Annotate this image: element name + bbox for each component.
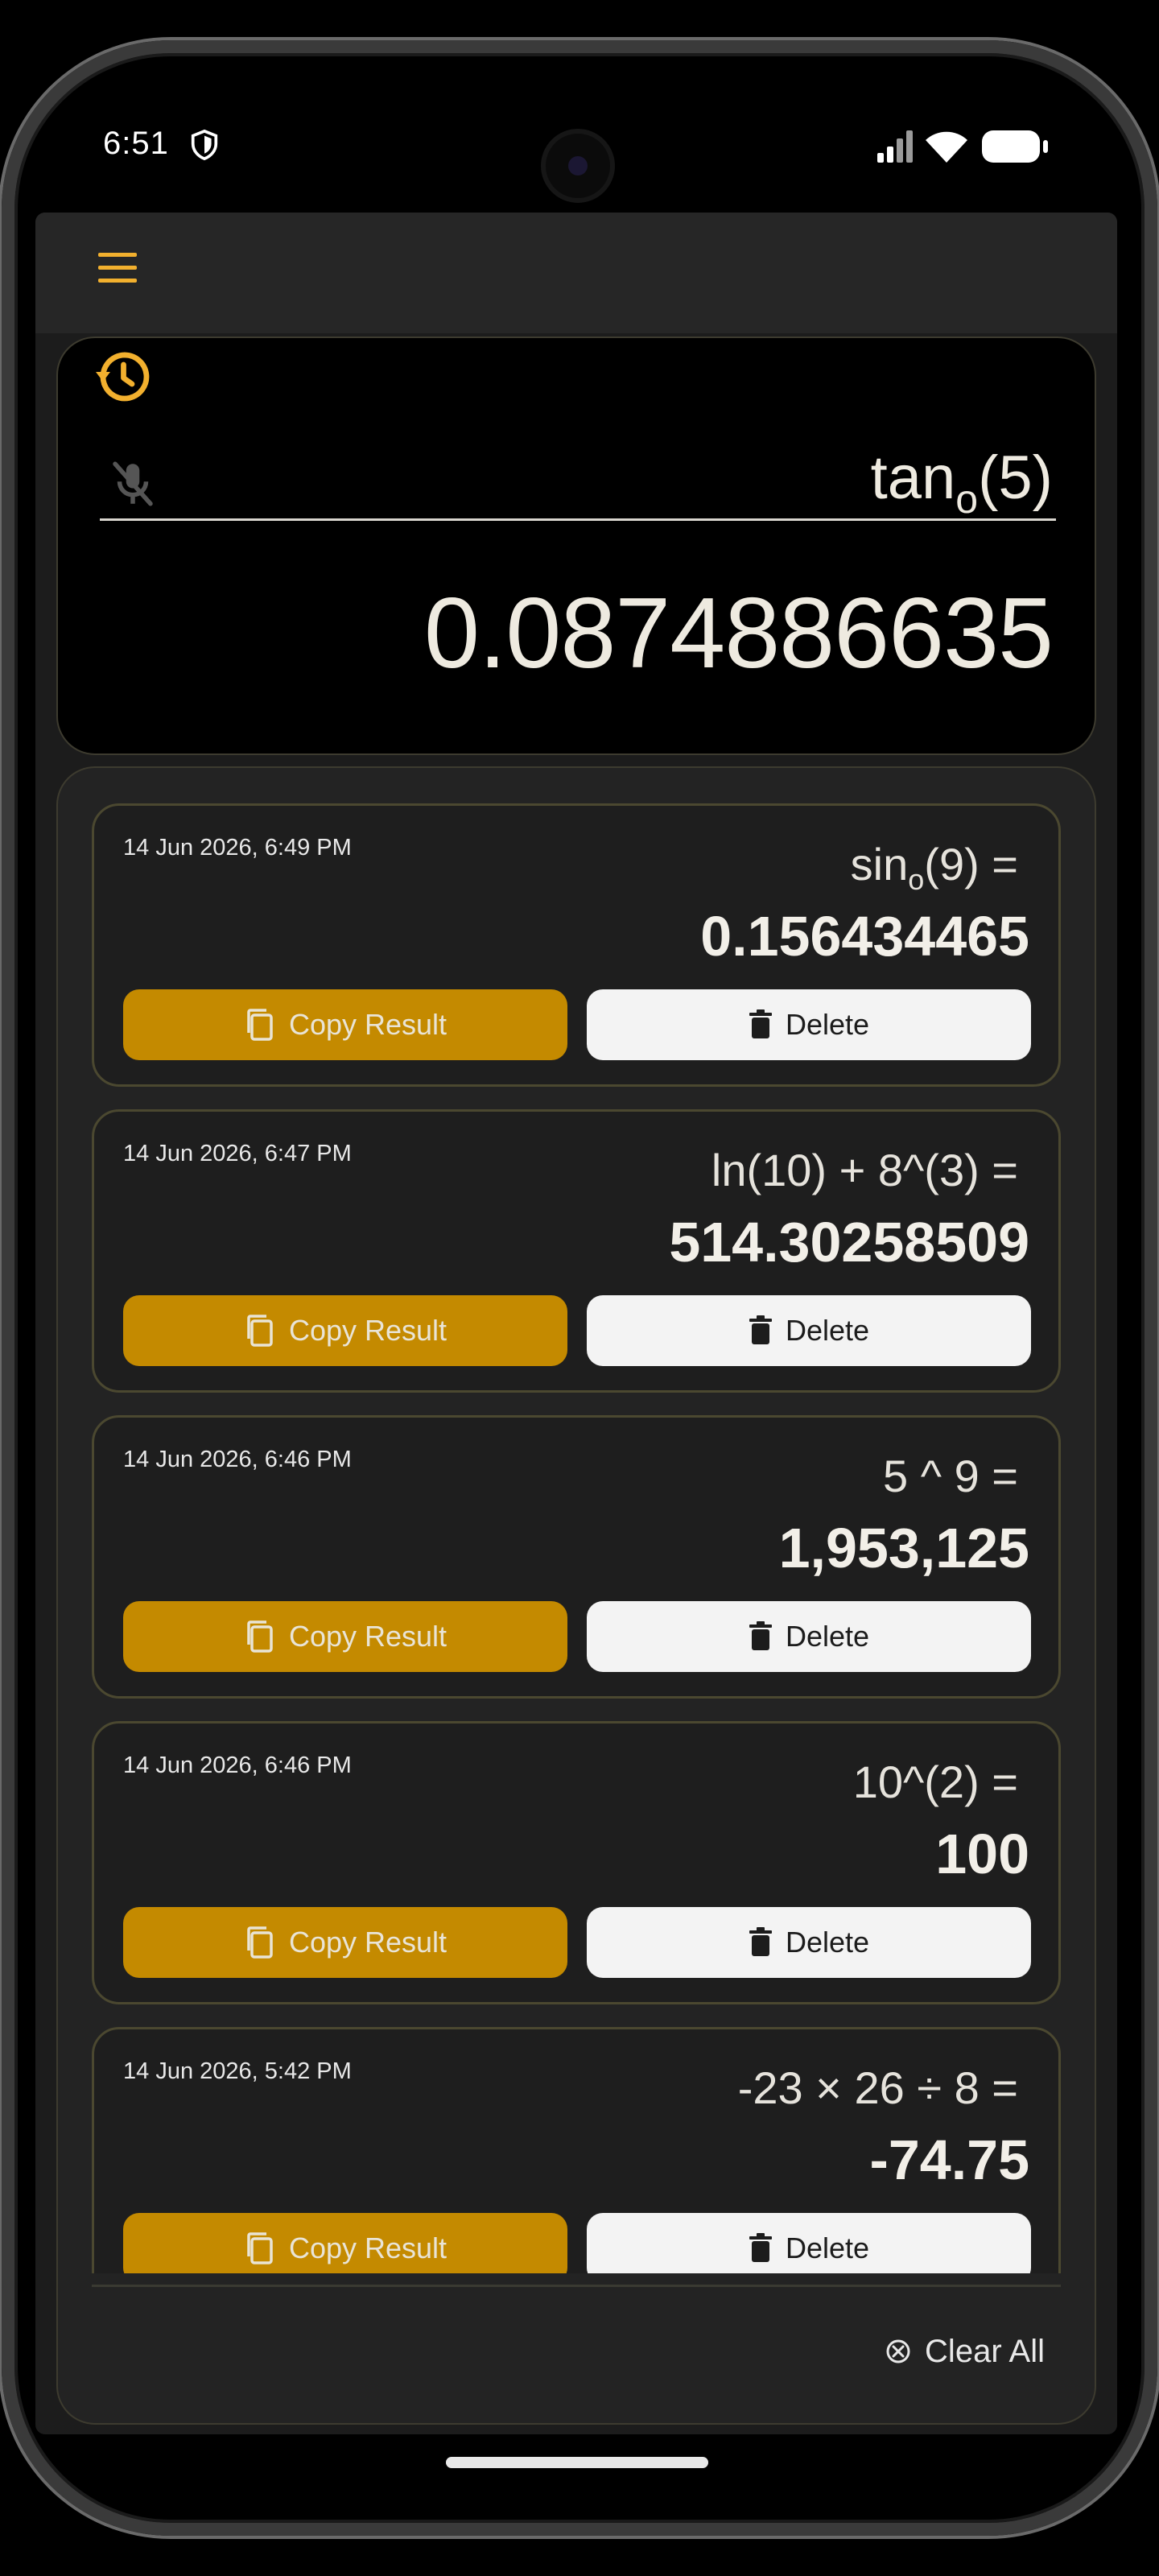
delete-button[interactable]: Delete xyxy=(587,1601,1031,1672)
copy-result-button[interactable]: Copy Result xyxy=(123,1295,567,1366)
history-item-expression: -23 × 26 ÷ 8 = xyxy=(737,2062,1018,2113)
history-item-result: 0.156434465 xyxy=(700,905,1029,968)
copy-icon xyxy=(247,1926,273,1959)
history-item-time: 14 Jun 2026, 6:46 PM xyxy=(123,1447,352,1472)
delete-button[interactable]: Delete xyxy=(587,2213,1031,2273)
copy-result-button[interactable]: Copy Result xyxy=(123,989,567,1060)
expression-subscript: o xyxy=(955,477,979,522)
copy-icon xyxy=(247,2232,273,2264)
copy-icon xyxy=(247,1009,273,1041)
trash-icon xyxy=(749,1315,772,1344)
history-item-result: 1,953,125 xyxy=(778,1517,1029,1579)
menu-icon[interactable] xyxy=(97,246,138,288)
calculator-display: tano(5) 0.0874886635 xyxy=(56,336,1096,755)
clear-all-label: Clear All xyxy=(925,2333,1045,2369)
copy-icon xyxy=(247,1315,273,1347)
app-bar xyxy=(35,213,1117,333)
history-item: 14 Jun 2026, 6:46 PM 5 ^ 9 = 1,953,125 C… xyxy=(92,1415,1061,1699)
clear-all-button[interactable]: Clear All xyxy=(885,2323,1045,2380)
shield-icon xyxy=(191,129,218,161)
result-display: 0.0874886635 xyxy=(423,578,1054,689)
history-item-expression: 5 ^ 9 = xyxy=(883,1451,1018,1501)
trash-icon xyxy=(749,2233,772,2262)
delete-button[interactable]: Delete xyxy=(587,1295,1031,1366)
delete-button[interactable]: Delete xyxy=(587,1907,1031,1978)
history-icon[interactable] xyxy=(93,348,151,406)
signal-icon xyxy=(877,130,913,163)
trash-icon xyxy=(749,1927,772,1956)
history-item: 14 Jun 2026, 6:46 PM 10^(2) = 100 Copy R… xyxy=(92,1721,1061,2004)
front-camera xyxy=(541,129,615,203)
history-item-time: 14 Jun 2026, 6:49 PM xyxy=(123,835,352,861)
history-item-result: -74.75 xyxy=(869,2128,1029,2191)
status-time: 6:51 xyxy=(103,126,169,161)
status-bar: 6:51 xyxy=(0,0,1159,209)
history-item-expression: sino(9) = xyxy=(850,839,1018,896)
input-underline xyxy=(100,518,1056,521)
history-panel: 14 Jun 2026, 6:49 PM sino(9) = 0.1564344… xyxy=(56,766,1096,2425)
trash-icon xyxy=(749,1009,772,1038)
trash-icon xyxy=(749,1621,772,1650)
phone-device: 6:51 tano(5) 0.0874886635 14 Jun 2026, 6… xyxy=(0,0,1159,2576)
panel-divider xyxy=(92,2285,1061,2287)
copy-result-button[interactable]: Copy Result xyxy=(123,1907,567,1978)
status-icons xyxy=(877,130,1048,163)
history-item-result: 100 xyxy=(935,1823,1029,1885)
history-item-time: 14 Jun 2026, 5:42 PM xyxy=(123,2058,352,2084)
copy-icon xyxy=(247,1620,273,1653)
wifi-icon xyxy=(926,131,967,163)
history-item: 14 Jun 2026, 6:47 PM ln(10) + 8^(3) = 51… xyxy=(92,1109,1061,1393)
history-item-time: 14 Jun 2026, 6:46 PM xyxy=(123,1752,352,1778)
copy-result-button[interactable]: Copy Result xyxy=(123,1601,567,1672)
expression-prefix: tan xyxy=(870,444,956,512)
clear-circle-icon xyxy=(886,2339,910,2363)
history-item-expression: 10^(2) = xyxy=(852,1757,1018,1807)
history-list[interactable]: 14 Jun 2026, 6:49 PM sino(9) = 0.1564344… xyxy=(58,768,1095,2273)
battery-icon xyxy=(982,130,1048,163)
copy-result-button[interactable]: Copy Result xyxy=(123,2213,567,2273)
expression-suffix: (5) xyxy=(978,444,1053,512)
home-indicator[interactable] xyxy=(446,2457,708,2468)
history-item: 14 Jun 2026, 5:42 PM -23 × 26 ÷ 8 = -74.… xyxy=(92,2027,1061,2273)
history-item-time: 14 Jun 2026, 6:47 PM xyxy=(123,1141,352,1166)
history-item-expression: ln(10) + 8^(3) = xyxy=(711,1145,1018,1195)
history-item-result: 514.30258509 xyxy=(669,1211,1029,1274)
app-screen: tano(5) 0.0874886635 14 Jun 2026, 6:49 P… xyxy=(35,213,1117,2434)
expression-display[interactable]: tano(5) xyxy=(870,443,1053,522)
delete-button[interactable]: Delete xyxy=(587,989,1031,1060)
history-item: 14 Jun 2026, 6:49 PM sino(9) = 0.1564344… xyxy=(92,803,1061,1087)
mic-off-icon[interactable] xyxy=(106,457,159,510)
